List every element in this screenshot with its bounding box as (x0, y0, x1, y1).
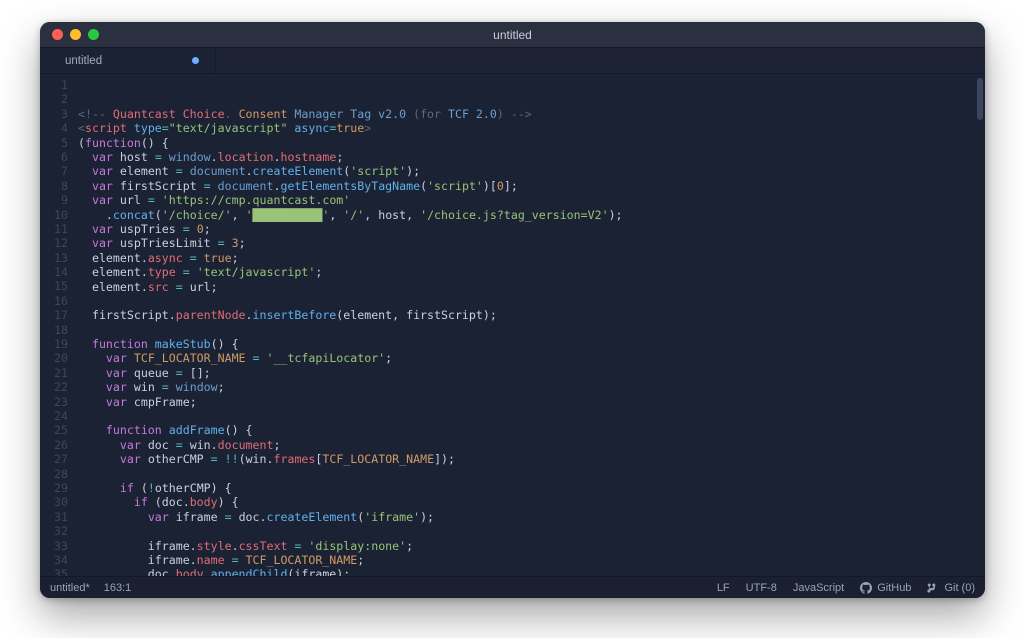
line-number: 22 (40, 380, 68, 394)
status-line-ending[interactable]: LF (717, 582, 730, 594)
close-window-button[interactable] (52, 29, 63, 40)
line-number: 26 (40, 438, 68, 452)
code-line[interactable]: var doc = win.document; (78, 438, 985, 452)
line-number: 15 (40, 279, 68, 293)
status-bar: untitled* 163:1 LF UTF-8 JavaScript GitH… (40, 576, 985, 598)
line-number: 9 (40, 193, 68, 207)
line-number: 8 (40, 179, 68, 193)
code-area[interactable]: <!-- Quantcast Choice. Consent Manager T… (74, 74, 985, 576)
line-number: 3 (40, 107, 68, 121)
code-line[interactable]: (function() { (78, 136, 985, 150)
code-line[interactable]: var firstScript = document.getElementsBy… (78, 179, 985, 193)
code-line[interactable]: doc.body.appendChild(iframe); (78, 567, 985, 576)
status-filename[interactable]: untitled* (50, 582, 90, 594)
tab-bar: × untitled (40, 48, 985, 74)
line-number: 19 (40, 337, 68, 351)
line-number: 33 (40, 539, 68, 553)
line-number: 23 (40, 395, 68, 409)
line-number: 25 (40, 423, 68, 437)
code-line[interactable]: element.type = 'text/javascript'; (78, 265, 985, 279)
code-line[interactable]: var otherCMP = !!(win.frames[TCF_LOCATOR… (78, 452, 985, 466)
line-number-gutter: 1234567891011121314151617181920212223242… (40, 74, 74, 576)
line-number: 28 (40, 467, 68, 481)
code-line[interactable]: var element = document.createElement('sc… (78, 164, 985, 178)
line-number: 31 (40, 510, 68, 524)
line-number: 18 (40, 323, 68, 337)
traffic-lights (40, 29, 99, 40)
titlebar: untitled (40, 22, 985, 48)
code-line[interactable]: var iframe = doc.createElement('iframe')… (78, 510, 985, 524)
minimize-window-button[interactable] (70, 29, 81, 40)
line-number: 2 (40, 92, 68, 106)
line-number: 7 (40, 164, 68, 178)
line-number: 32 (40, 524, 68, 538)
status-cursor-position[interactable]: 163:1 (104, 582, 132, 594)
code-line[interactable] (78, 409, 985, 423)
modified-indicator-icon (192, 57, 199, 64)
line-number: 24 (40, 409, 68, 423)
line-number: 29 (40, 481, 68, 495)
code-line[interactable]: .concat('/choice/', '██████████', '/', h… (78, 208, 985, 222)
line-number: 11 (40, 222, 68, 236)
code-line[interactable] (78, 467, 985, 481)
line-number: 30 (40, 495, 68, 509)
tab-untitled[interactable]: × untitled (40, 48, 216, 73)
code-line[interactable]: var win = window; (78, 380, 985, 394)
editor-window: untitled × untitled 12345678910111213141… (40, 22, 985, 598)
code-line[interactable]: var host = window.location.hostname; (78, 150, 985, 164)
line-number: 12 (40, 236, 68, 250)
code-line[interactable] (78, 294, 985, 308)
code-line[interactable]: iframe.name = TCF_LOCATOR_NAME; (78, 553, 985, 567)
code-line[interactable]: var url = 'https://cmp.quantcast.com' (78, 193, 985, 207)
status-language[interactable]: JavaScript (793, 582, 844, 594)
line-number: 16 (40, 294, 68, 308)
status-git[interactable]: Git (0) (927, 582, 975, 594)
line-number: 14 (40, 265, 68, 279)
scrollbar-thumb[interactable] (977, 78, 983, 120)
line-number: 34 (40, 553, 68, 567)
line-number: 6 (40, 150, 68, 164)
code-line[interactable]: iframe.style.cssText = 'display:none'; (78, 539, 985, 553)
git-branch-icon (927, 582, 939, 594)
tab-label: untitled (65, 55, 184, 67)
status-encoding[interactable]: UTF-8 (746, 582, 777, 594)
code-line[interactable]: var queue = []; (78, 366, 985, 380)
code-line[interactable] (78, 524, 985, 538)
line-number: 35 (40, 567, 68, 576)
window-title: untitled (40, 28, 985, 42)
code-line[interactable]: element.src = url; (78, 280, 985, 294)
line-number: 1 (40, 78, 68, 92)
code-line[interactable]: var TCF_LOCATOR_NAME = '__tcfapiLocator'… (78, 351, 985, 365)
line-number: 4 (40, 121, 68, 135)
code-line[interactable]: var uspTriesLimit = 3; (78, 236, 985, 250)
code-line[interactable]: function addFrame() { (78, 423, 985, 437)
code-line[interactable]: var uspTries = 0; (78, 222, 985, 236)
line-number: 10 (40, 208, 68, 222)
code-line[interactable]: function makeStub() { (78, 337, 985, 351)
code-line[interactable] (78, 323, 985, 337)
line-number: 17 (40, 308, 68, 322)
line-number: 27 (40, 452, 68, 466)
line-number: 5 (40, 136, 68, 150)
github-icon (860, 582, 872, 594)
code-line[interactable]: var cmpFrame; (78, 395, 985, 409)
code-line[interactable]: <!-- Quantcast Choice. Consent Manager T… (78, 107, 985, 121)
zoom-window-button[interactable] (88, 29, 99, 40)
line-number: 13 (40, 251, 68, 265)
code-line[interactable]: if (doc.body) { (78, 495, 985, 509)
code-line[interactable]: element.async = true; (78, 251, 985, 265)
line-number: 21 (40, 366, 68, 380)
code-line[interactable]: if (!otherCMP) { (78, 481, 985, 495)
editor[interactable]: 1234567891011121314151617181920212223242… (40, 74, 985, 576)
code-line[interactable]: <script type="text/javascript" async=tru… (78, 121, 985, 135)
line-number: 20 (40, 351, 68, 365)
status-github[interactable]: GitHub (860, 582, 911, 594)
code-line[interactable]: firstScript.parentNode.insertBefore(elem… (78, 308, 985, 322)
